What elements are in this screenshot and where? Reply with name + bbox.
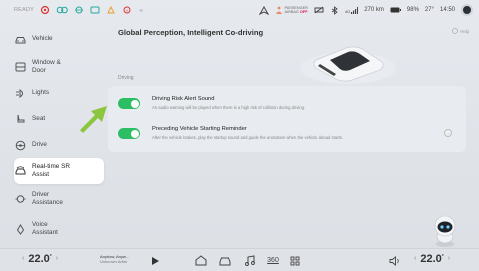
volume-button[interactable] [388, 254, 402, 267]
fog-light-icon [74, 6, 83, 14]
abs-icon: A [123, 6, 131, 14]
status-bar: READY A ≡ PASSENGER AIRBAG OFF 4G 270 km… [0, 0, 479, 22]
section-label-driving: Driving [118, 75, 134, 81]
range-text: 270 km [364, 7, 384, 13]
setting-description: After the vehicle brakes, play the start… [152, 135, 343, 140]
status-right: PASSENGER AIRBAG OFF 4G 270 km 98% 27° 1… [258, 4, 473, 16]
help-icon [452, 28, 459, 34]
seatbelt-icon [90, 6, 100, 14]
battery-percent: 98% [406, 7, 419, 13]
warning-light-icon [40, 6, 50, 14]
music-button[interactable] [242, 254, 256, 267]
decrease-temp-icon[interactable]: ‹ [22, 255, 24, 262]
song-artist: Unknown Artist [100, 259, 127, 264]
voice-assistant-robot[interactable] [428, 212, 462, 248]
apps-button[interactable] [288, 254, 302, 267]
bluetooth-icon [331, 5, 338, 15]
increase-temp-icon[interactable]: › [448, 255, 450, 262]
sidebar-item-label: Lights [32, 89, 50, 97]
help-button[interactable]: Help [452, 28, 469, 34]
status-left: READY A ≡ [14, 6, 148, 14]
setting-title: Driving Risk Alert Sound [152, 96, 215, 102]
profile-avatar[interactable] [461, 4, 473, 16]
left-temperature-control[interactable]: ‹ 22.0 ° › [18, 253, 62, 265]
sidebar-item-voice-assistant[interactable]: Voice Assistant [14, 216, 104, 242]
screen: READY A ≡ PASSENGER AIRBAG OFF 4G 270 km… [0, 0, 479, 271]
vehicle-icon [14, 33, 26, 45]
preceding-vehicle-toggle[interactable] [118, 128, 140, 139]
apps-grid-icon [290, 256, 300, 265]
driver-assistance-icon [14, 193, 26, 205]
door-warning-icon [107, 6, 115, 14]
sidebar-item-label: Voice Assistant [32, 221, 58, 236]
setting-description: An audio warning will be played when the… [152, 105, 306, 110]
clock: 14:50 [439, 7, 455, 13]
airbag-status: PASSENGER AIRBAG OFF [284, 5, 308, 14]
home-button[interactable] [194, 254, 208, 267]
outside-temp: 27° [424, 7, 434, 13]
setting-title: Preceding Vehicle Starting Reminder [152, 126, 247, 132]
page-title: Global Perception, Intelligent Co-drivin… [118, 28, 264, 37]
sidebar-item-driver-assistance[interactable]: Driver Assistance [14, 186, 104, 212]
navigation-icon [258, 5, 269, 15]
bottom-dock: ‹ 22.0 ° › Anyhow, Anyw... Unknown Artist… [0, 248, 479, 271]
increase-temp-icon[interactable]: › [56, 255, 58, 262]
right-temperature-control[interactable]: ‹ 22.0 ° › [410, 253, 454, 265]
play-icon [151, 256, 159, 265]
sidebar-item-label: Drive [32, 141, 47, 149]
lights-icon [14, 87, 26, 99]
sidebar-item-label: Window & Door [32, 59, 61, 74]
sound-muted-icon [314, 6, 324, 14]
drive-icon [14, 139, 26, 151]
car-control-button[interactable] [218, 254, 232, 267]
sidebar-item-label: Vehicle [32, 35, 53, 43]
sidebar-item-label: Driver Assistance [32, 191, 63, 206]
battery-icon [390, 7, 401, 13]
pointer-arrow-icon [80, 106, 107, 133]
voice-icon [14, 223, 26, 235]
decrease-temp-icon[interactable]: ‹ [414, 255, 416, 262]
eco-mode-icon: ≡ [139, 8, 143, 14]
sidebar-item-vehicle[interactable]: Vehicle [14, 26, 104, 52]
car-illustration [300, 46, 396, 84]
sr-assist-icon [14, 165, 26, 177]
view-360-button[interactable]: 360 [264, 254, 282, 267]
window-icon [14, 61, 26, 73]
settings-panel: Driving Risk Alert Sound An audio warnin… [108, 86, 466, 152]
sidebar-item-label: Real-time SR Assist [32, 163, 70, 178]
media-info[interactable]: Anyhow, Anyw... Unknown Artist [100, 254, 129, 264]
music-icon [244, 255, 255, 266]
home-icon [195, 255, 207, 266]
sidebar-item-window-door[interactable]: Window & Door [14, 54, 104, 80]
play-button[interactable] [148, 254, 162, 267]
lamp-icon [56, 6, 68, 14]
risk-alert-toggle[interactable] [118, 98, 140, 109]
info-icon[interactable]: › [444, 129, 452, 137]
car-icon [219, 257, 231, 265]
airbag-warning-icon: PASSENGER AIRBAG OFF [275, 6, 308, 15]
sidebar-item-lights[interactable]: Lights [14, 80, 104, 106]
ready-indicator: READY [14, 7, 34, 13]
svg-text:≡: ≡ [139, 8, 143, 14]
seat-icon [14, 113, 26, 125]
signal-icon [351, 6, 359, 14]
sidebar-item-sr-assist[interactable]: Real-time SR Assist [14, 158, 104, 184]
volume-icon [389, 255, 399, 266]
signal-indicator: 4G [345, 6, 359, 14]
sidebar-item-label: Seat [32, 115, 46, 123]
